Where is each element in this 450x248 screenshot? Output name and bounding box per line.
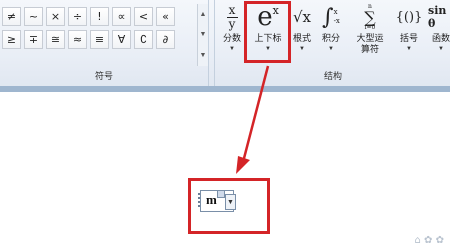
fraction-button[interactable]: x y 分数 ▼: [218, 2, 246, 62]
integral-limits: x -x: [334, 8, 340, 26]
dropdown-arrow-icon: ▼: [328, 46, 334, 52]
large-operator-button[interactable]: n ∑ i=0 大型运算符: [350, 2, 390, 62]
symbol-tilde[interactable]: ~: [24, 7, 43, 26]
function-label: 函数: [431, 34, 450, 44]
symbol-divide[interactable]: ÷: [68, 7, 87, 26]
fraction-label: 分数: [222, 34, 241, 44]
watermark: ⌂ ✿ ✿: [414, 235, 444, 246]
symbol-partial[interactable]: ∂: [156, 30, 175, 49]
symbols-group: ≠ ~ × ÷ ! ∝ < « ≥ ∓ ≅ ≈ ≡ ∀ ∁ ∂ ▲ ▼ ▼ 符号: [0, 0, 209, 86]
symbols-group-label: 符号: [94, 72, 113, 82]
dropdown-arrow-icon: ▼: [299, 46, 305, 52]
fraction-numerator: x: [228, 2, 236, 17]
symbols-row-2: ≥ ∓ ≅ ≈ ≡ ∀ ∁ ∂: [2, 30, 175, 49]
integral-icon: ∫ x -x: [322, 2, 340, 32]
dropdown-arrow-icon: ▼: [438, 46, 444, 52]
symbol-for-all[interactable]: ∀: [112, 30, 131, 49]
symbol-identical[interactable]: ≡: [90, 30, 109, 49]
symbols-gallery: ≠ ~ × ÷ ! ∝ < « ≥ ∓ ≅ ≈ ≡ ∀ ∁ ∂: [2, 7, 175, 53]
scroll-down-icon[interactable]: ▼: [200, 31, 207, 38]
scroll-up-icon[interactable]: ▲: [200, 11, 207, 18]
sum-symbol: ∑: [364, 7, 376, 27]
symbols-gallery-scroll[interactable]: ▲ ▼ ▼: [197, 4, 208, 66]
radical-label: 根式: [292, 34, 311, 44]
symbol-less-than[interactable]: <: [134, 7, 153, 26]
bracket-text: {()}: [395, 9, 423, 25]
symbol-much-less[interactable]: «: [156, 7, 175, 26]
function-button[interactable]: sin θ 函数 ▼: [428, 2, 450, 62]
dropdown-arrow-icon: ▼: [229, 46, 235, 52]
symbol-proportional[interactable]: ∝: [112, 7, 131, 26]
integral-label: 积分: [321, 34, 340, 44]
symbol-times[interactable]: ×: [46, 7, 65, 26]
radical-text: √x: [292, 8, 312, 26]
integral-upper: x: [333, 8, 338, 16]
script-button-highlight: [244, 1, 291, 63]
symbol-complement[interactable]: ∁: [134, 30, 153, 49]
symbol-factorial[interactable]: !: [90, 7, 109, 26]
summation-icon: n ∑ i=0: [364, 2, 375, 32]
symbol-not-equal[interactable]: ≠: [2, 7, 21, 26]
function-icon: sin θ: [428, 2, 450, 32]
symbols-row-1: ≠ ~ × ÷ ! ∝ < «: [2, 7, 175, 26]
radical-button[interactable]: √x 根式 ▼: [290, 2, 314, 62]
large-operator-label: 大型运算符: [356, 34, 384, 55]
fraction-denominator: y: [228, 16, 236, 31]
sum-lower: i=0: [364, 23, 376, 31]
bracket-label: 括号: [399, 34, 418, 44]
integral-button[interactable]: ∫ x -x 积分 ▼: [316, 2, 346, 62]
equation-base[interactable]: m: [206, 192, 217, 208]
gallery-more-icon[interactable]: ▼: [200, 52, 207, 59]
bracket-icon: {()}: [396, 2, 423, 32]
fraction-icon: x y: [226, 2, 238, 32]
integral-symbol: ∫: [322, 4, 334, 30]
integral-lower: -x: [333, 17, 340, 25]
chevron-down-icon: ▼: [227, 198, 234, 206]
dropdown-arrow-icon: ▼: [406, 46, 412, 52]
superscript-placeholder[interactable]: [217, 190, 225, 198]
bracket-button[interactable]: {()} 括号 ▼: [392, 2, 426, 62]
symbol-congruent[interactable]: ≅: [46, 30, 65, 49]
radical-icon: √x: [293, 2, 311, 32]
equation-options-button[interactable]: ▼: [225, 194, 236, 210]
symbol-greater-equal[interactable]: ≥: [2, 30, 21, 49]
symbol-approx[interactable]: ≈: [68, 30, 87, 49]
function-text: sin θ: [428, 4, 447, 30]
structures-group-label: 结构: [323, 72, 342, 82]
symbol-minus-plus[interactable]: ∓: [24, 30, 43, 49]
ribbon: ≠ ~ × ÷ ! ∝ < « ≥ ∓ ≅ ≈ ≡ ∀ ∁ ∂ ▲ ▼ ▼ 符号…: [0, 0, 450, 93]
